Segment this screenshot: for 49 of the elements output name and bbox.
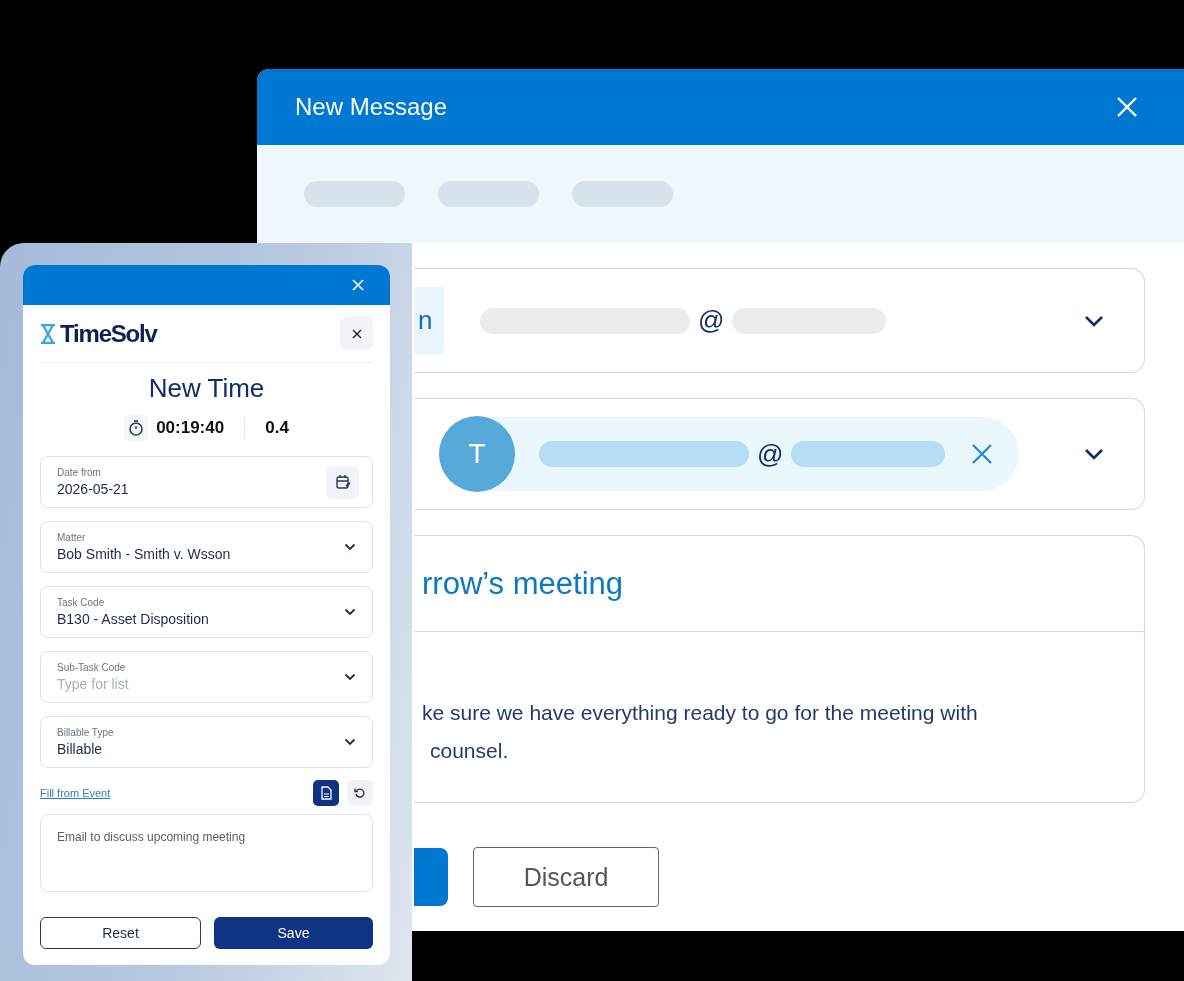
close-icon[interactable]: [971, 443, 994, 465]
form-field[interactable]: Sub-Task Code Type for list: [40, 651, 373, 703]
field-label: Task Code: [57, 597, 106, 608]
field-value[interactable]: 2026-05-21: [57, 481, 307, 497]
form-field[interactable]: Task Code B130 - Asset Disposition: [40, 586, 373, 638]
field-value[interactable]: Billable: [57, 741, 307, 757]
recipient-chip[interactable]: T @: [439, 417, 1019, 491]
to-field[interactable]: T @: [414, 398, 1145, 510]
form-field[interactable]: Billable Type Billable: [40, 716, 373, 768]
fill-from-event-link[interactable]: Fill from Event: [40, 787, 111, 799]
form-field[interactable]: Date from 2026-05-21: [40, 456, 373, 508]
document-icon[interactable]: [313, 780, 339, 806]
discard-button[interactable]: Discard: [473, 847, 659, 907]
chevron-down-icon[interactable]: [344, 543, 356, 551]
chevron-down-icon[interactable]: [1084, 314, 1104, 327]
message-text[interactable]: ke sure we have everything ready to go for the meeting with: [422, 694, 1144, 732]
reset-button[interactable]: Reset: [40, 917, 201, 949]
field-label: Sub-Task Code: [57, 662, 127, 673]
from-field[interactable]: n @: [414, 268, 1145, 373]
chevron-down-icon[interactable]: [1084, 448, 1104, 460]
calendar-icon[interactable]: [326, 465, 359, 499]
message-text[interactable]: counsel.: [422, 732, 1144, 770]
stopwatch-icon[interactable]: [124, 415, 149, 441]
field-value[interactable]: B130 - Asset Disposition: [57, 611, 307, 627]
chevron-down-icon[interactable]: [344, 738, 356, 746]
field-value[interactable]: Bob Smith - Smith v. Wsson: [57, 546, 307, 562]
window-title: New Message: [295, 93, 449, 121]
chevron-down-icon[interactable]: [344, 673, 356, 681]
chevron-down-icon[interactable]: [344, 608, 356, 616]
from-label: n: [414, 286, 444, 355]
avatar: T: [439, 416, 515, 492]
field-label: Billable Type: [57, 727, 115, 738]
description-field[interactable]: Email to discuss upcoming meeting: [40, 814, 373, 892]
field-value[interactable]: Type for list: [57, 676, 307, 692]
at-sign: @: [757, 438, 784, 470]
at-sign: @: [698, 305, 725, 336]
subject-text[interactable]: rrow’s meeting: [414, 536, 1144, 632]
hourglass-icon: [40, 323, 56, 344]
timer-text: 00:19:40: [156, 418, 225, 438]
reset-icon[interactable]: [347, 780, 373, 806]
close-button[interactable]: [340, 317, 373, 350]
form-field[interactable]: Matter Bob Smith - Smith v. Wsson: [40, 521, 373, 573]
close-icon: [351, 328, 362, 339]
save-button[interactable]: Save: [214, 917, 373, 949]
app-logo-text: TimeSolv: [60, 319, 157, 348]
form-title: New Time: [147, 373, 266, 404]
field-label: Date from: [57, 467, 102, 478]
hours-text: 0.4: [265, 418, 289, 438]
field-label: Matter: [57, 532, 87, 543]
